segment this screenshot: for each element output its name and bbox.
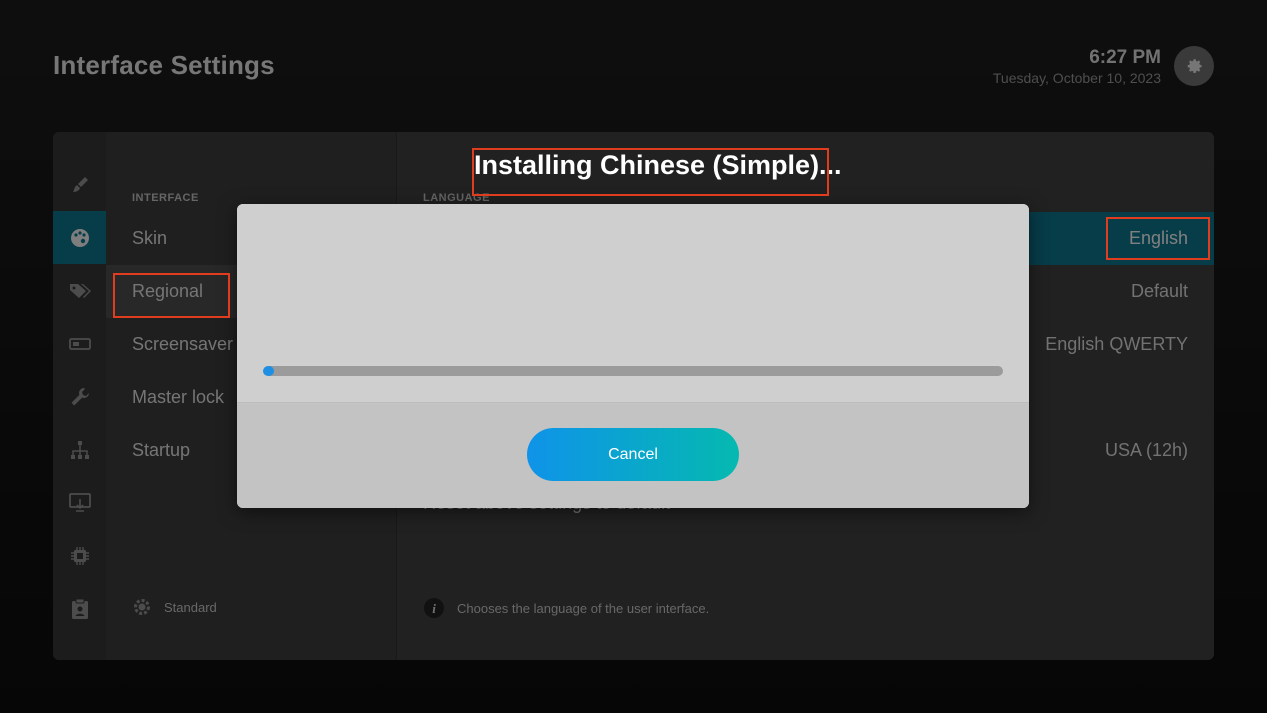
progress-bar-fill <box>263 366 275 376</box>
highlight-box-language-value <box>1106 217 1210 260</box>
cancel-button[interactable]: Cancel <box>527 428 739 481</box>
dialog-body <box>237 204 1029 403</box>
progress-dialog: Cancel <box>237 204 1029 508</box>
dialog-footer: Cancel <box>237 403 1029 508</box>
highlight-box-dialog-title <box>472 148 829 196</box>
highlight-box-regional <box>113 273 230 318</box>
progress-bar <box>263 366 1003 376</box>
